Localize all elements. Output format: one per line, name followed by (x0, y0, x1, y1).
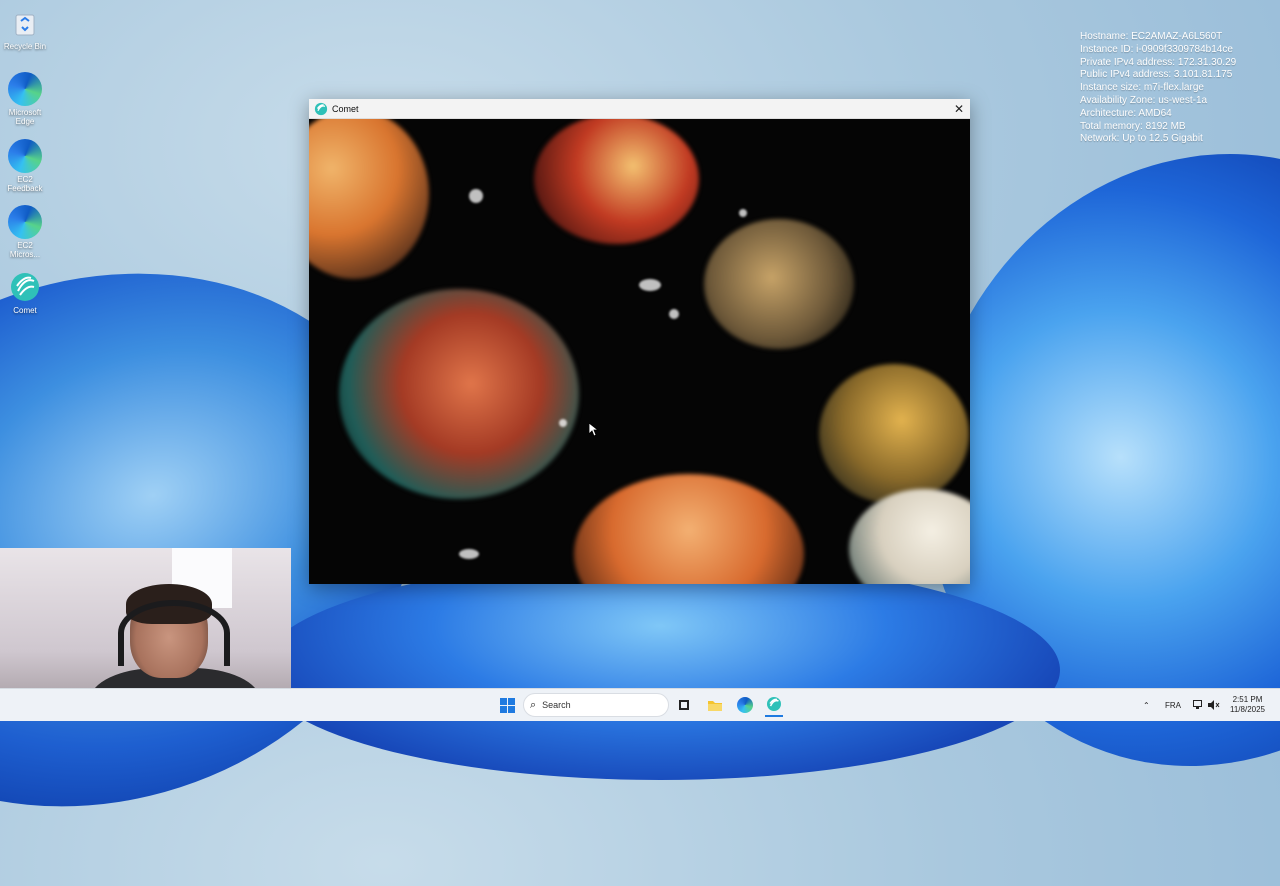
sysinfo-line: Availability Zone: us-west-1a (1080, 94, 1208, 106)
marble (819, 364, 969, 504)
search-icon: ⌕ (530, 698, 537, 711)
clock[interactable]: 2:51 PM 11/8/2025 (1230, 689, 1265, 721)
network-button[interactable] (1193, 689, 1204, 721)
desktop-icon-recycle-bin[interactable]: Recycle Bin (2, 6, 48, 51)
sysinfo-line: Private IPv4 address: 172.31.30.29 (1080, 56, 1237, 68)
task-view-icon (679, 700, 689, 710)
search-placeholder: Search (542, 700, 571, 710)
marble (574, 474, 804, 584)
sysinfo-line: Instance size: m7i-flex.large (1080, 82, 1204, 94)
sparkle (459, 549, 479, 559)
language-label: FRA (1165, 700, 1181, 710)
sparkle (639, 279, 661, 291)
edge-icon (8, 205, 42, 239)
sparkle (739, 209, 747, 217)
marble (534, 119, 699, 244)
recycle-bin-icon (8, 6, 42, 40)
video-content[interactable] (309, 119, 970, 584)
desktop-icon-label: Recycle Bin (3, 42, 47, 51)
language-indicator[interactable]: FRA (1165, 689, 1181, 721)
desktop-icon-label: Microsoft Edge (8, 108, 42, 126)
sparkle (559, 419, 567, 427)
clock-date: 11/8/2025 (1230, 705, 1265, 714)
headset (118, 600, 230, 666)
taskbar-search-box[interactable]: ⌕ Search (523, 693, 669, 717)
volume-muted-icon (1208, 700, 1220, 710)
comet-taskbar-button[interactable] (765, 693, 783, 717)
sparkle (469, 189, 483, 203)
window-titlebar[interactable]: Comet ✕ (309, 99, 970, 119)
start-button[interactable] (497, 693, 517, 717)
edge-icon (8, 72, 42, 106)
sysinfo-line: Total memory: 8192 MB (1080, 120, 1186, 132)
desktop-icon-label: EC2 Feedback (7, 175, 43, 193)
close-button[interactable]: ✕ (948, 99, 970, 118)
sparkle (669, 309, 679, 319)
marble (704, 219, 854, 349)
edge-taskbar-button[interactable] (736, 693, 754, 717)
sysinfo-line: Hostname: EC2AMAZ-A6L560T (1080, 31, 1223, 42)
show-hidden-icons-button[interactable]: ⌃ (1143, 689, 1150, 721)
desktop-icon-label: Comet (13, 306, 37, 315)
marble (309, 119, 429, 279)
chevron-up-icon: ⌃ (1143, 700, 1150, 710)
taskbar: ⌕ Search ⌃ FRA 2:51 PM 11/8/2025 (0, 688, 1280, 721)
folder-icon (708, 701, 722, 711)
sysinfo-line: Instance ID: i-0909f3309784b14ce (1080, 43, 1233, 55)
sysinfo-line: Public IPv4 address: 3.101.81.175 (1080, 69, 1233, 81)
network-icon (1193, 700, 1202, 709)
comet-icon (8, 270, 42, 304)
marble (849, 489, 970, 584)
windows-logo-icon (499, 697, 515, 713)
mouse-cursor-icon (588, 422, 600, 442)
desktop-icon-ec2-feedback[interactable]: EC2 Feedback (2, 139, 48, 193)
comet-window[interactable]: Comet ✕ (309, 99, 970, 584)
desktop-icon-label: EC2 Micros... (9, 241, 41, 259)
system-info-overlay: Hostname: EC2AMAZ-A6L560T Instance ID: i… (1080, 31, 1236, 146)
task-view-button[interactable] (676, 693, 692, 717)
edge-icon (737, 697, 753, 713)
sysinfo-line: Network: Up to 12.5 Gigabit (1080, 133, 1203, 145)
comet-icon (767, 697, 781, 711)
edge-icon (8, 139, 42, 173)
desktop-icon-comet[interactable]: Comet (2, 270, 48, 315)
wallpaper-swirl-bottom (260, 560, 1060, 780)
desktop-icon-microsoft-edge[interactable]: Microsoft Edge (2, 72, 48, 126)
sysinfo-line: Architecture: AMD64 (1080, 107, 1172, 119)
comet-icon (314, 102, 328, 116)
volume-button[interactable] (1208, 689, 1220, 721)
marble (339, 289, 579, 499)
clock-time: 2:51 PM (1232, 695, 1263, 704)
file-explorer-button[interactable] (706, 693, 724, 717)
desktop-icon-ec2-micros[interactable]: EC2 Micros... (2, 205, 48, 259)
window-title: Comet (332, 103, 359, 114)
